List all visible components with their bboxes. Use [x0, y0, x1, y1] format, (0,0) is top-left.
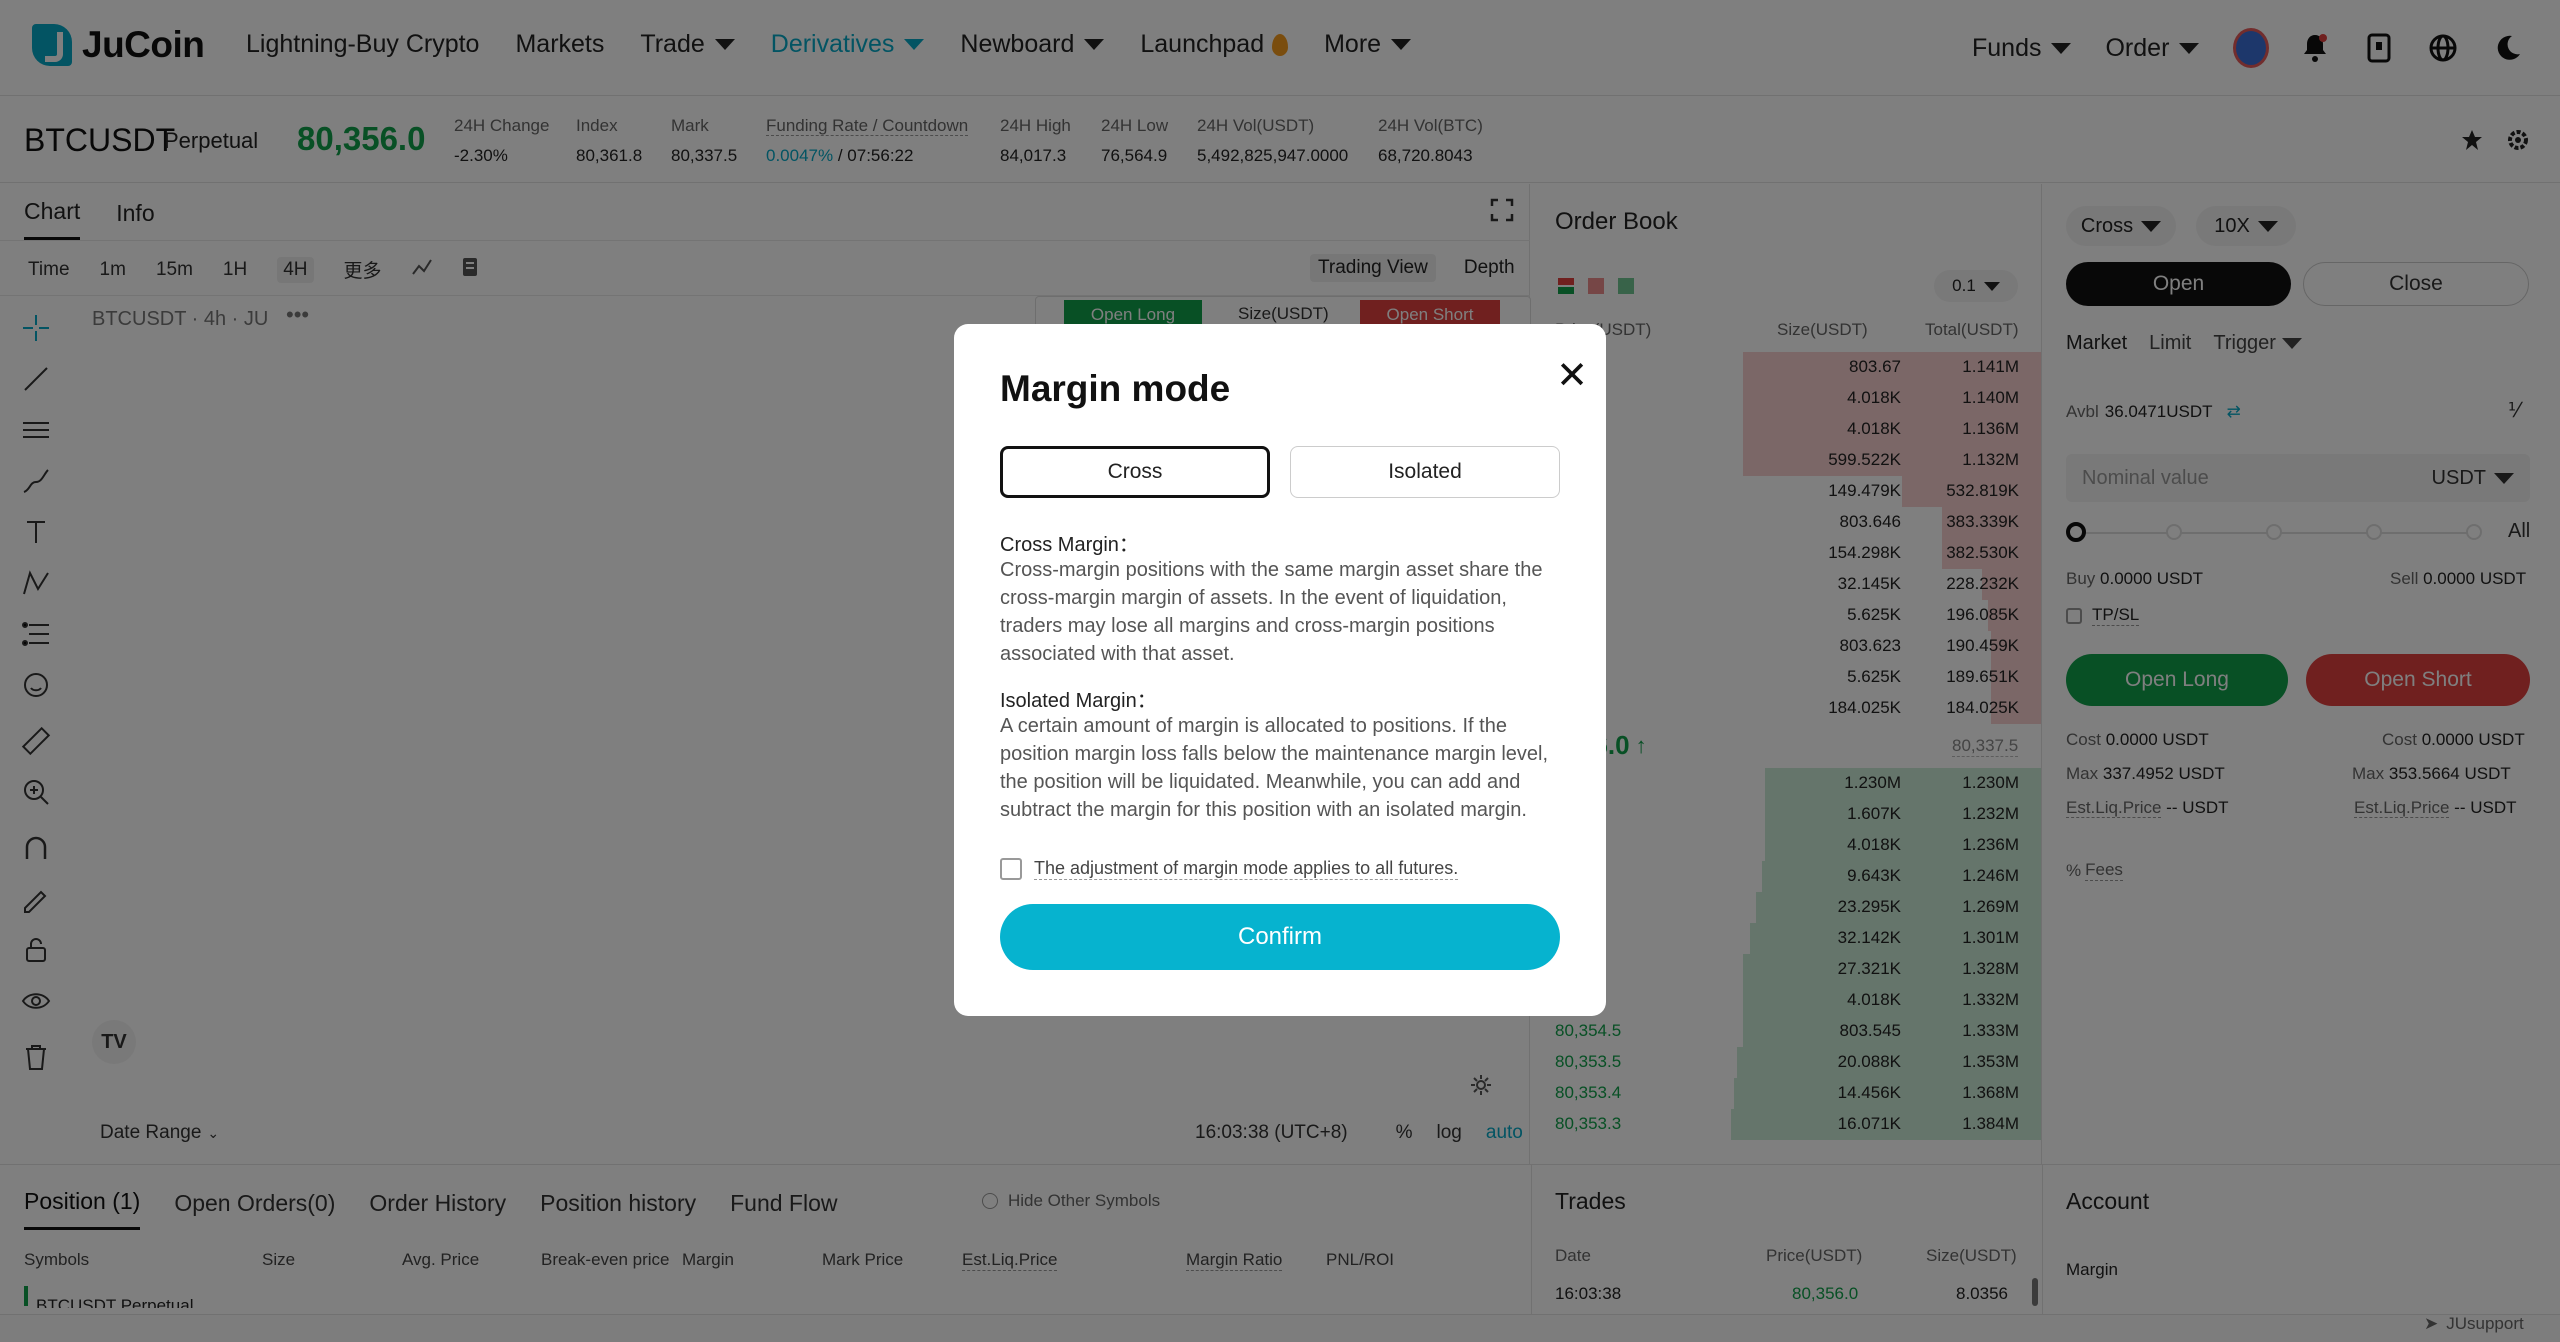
cross-margin-heading: Cross Margin： [1000, 534, 1139, 556]
margin-mode-dialog: Margin mode ✕ Cross Isolated Cross Margi… [954, 324, 1606, 1016]
confirm-button[interactable]: Confirm [1000, 904, 1560, 970]
cross-margin-description: Cross-margin positions with the same mar… [1000, 559, 1543, 665]
apply-all-checkbox[interactable] [1000, 858, 1022, 880]
close-icon[interactable]: ✕ [1552, 356, 1592, 396]
apply-all-futures-option[interactable]: The adjustment of margin mode applies to… [1000, 858, 1459, 880]
isolated-option-button[interactable]: Isolated [1290, 446, 1560, 498]
isolated-margin-heading: Isolated Margin： [1000, 690, 1157, 712]
isolated-margin-description: A certain amount of margin is allocated … [1000, 715, 1549, 821]
apply-all-label: The adjustment of margin mode applies to… [1034, 858, 1459, 880]
modal-title: Margin mode [1000, 368, 1231, 409]
cross-option-button[interactable]: Cross [1000, 446, 1270, 498]
